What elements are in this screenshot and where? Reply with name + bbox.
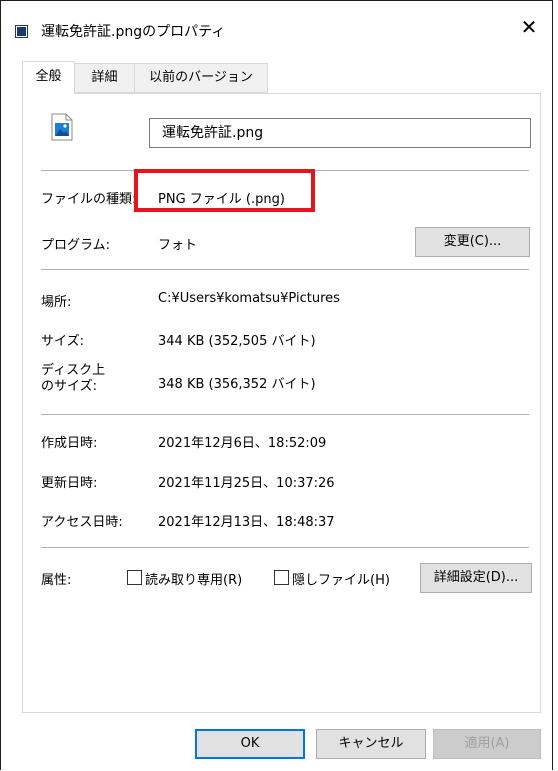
created-label: 作成日時: [41,436,98,451]
readonly-checkbox[interactable] [127,570,142,585]
change-button[interactable]: 変更(C)... [415,227,530,257]
image-file-icon [51,113,73,141]
program-label: プログラム: [41,238,110,253]
tab-details[interactable]: 詳細 [75,63,135,93]
divider [41,269,529,270]
disk-size-label: ディスク上 のサイズ: [41,363,105,395]
disk-size-value: 348 KB (356,352 バイト) [158,377,316,392]
apply-button-label: 適用(A) [464,736,510,751]
tab-previous-versions[interactable]: 以前のバージョン [135,63,268,93]
file-name-field[interactable]: 運転免許証.png [149,118,531,148]
created-value: 2021年12月6日、18:52:09 [158,436,327,451]
window-title: 運転免許証.pngのプロパティ [41,24,226,40]
file-type-label: ファイルの種類: [41,192,137,207]
readonly-checkbox-label[interactable]: 読み取り専用(R) [145,569,242,588]
location-label: 場所: [41,295,72,310]
tab-general[interactable]: 全般 [22,61,75,94]
apply-button[interactable]: 適用(A) [433,729,541,759]
advanced-button-label: 詳細設定(D)... [433,570,519,585]
close-button[interactable]: ✕ [518,17,540,37]
highlight-box [134,169,315,212]
disk-size-label-line2: のサイズ: [41,379,97,394]
ok-button[interactable]: OK [195,729,305,759]
hidden-checkbox[interactable] [274,570,289,585]
modified-label: 更新日時: [41,476,98,491]
modified-value: 2021年11月25日、10:37:26 [158,476,335,491]
change-button-label: 変更(C)... [443,234,502,249]
advanced-button[interactable]: 詳細設定(D)... [420,563,532,593]
image-file-icon [15,25,28,38]
ok-button-label: OK [240,736,260,751]
accessed-label: アクセス日時: [41,515,123,530]
disk-size-label-line1: ディスク上 [41,363,106,378]
cancel-button-label: キャンセル [338,736,404,751]
location-value: C:¥Users¥komatsu¥Pictures [158,291,340,306]
properties-dialog: 運転免許証.pngのプロパティ ✕ 全般 詳細 以前のバージョン 運転免許証.p… [0,0,553,770]
divider [41,414,529,415]
attributes-label: 属性: [41,573,72,588]
program-value: フォト [158,238,198,253]
cancel-button[interactable]: キャンセル [316,729,426,759]
title-bar: 運転免許証.pngのプロパティ ✕ [1,1,552,49]
size-value: 344 KB (352,505 バイト) [158,334,316,349]
divider [41,547,529,548]
accessed-value: 2021年12月13日、18:48:37 [158,515,335,530]
size-label: サイズ: [41,334,84,349]
hidden-checkbox-label[interactable]: 隠しファイル(H) [292,569,390,588]
